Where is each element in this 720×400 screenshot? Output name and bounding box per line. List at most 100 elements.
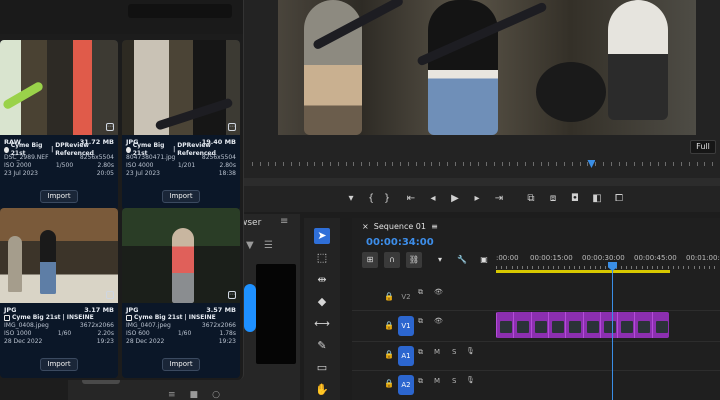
timeline-playhead-line[interactable] — [612, 264, 613, 400]
clip-thumbnail — [500, 321, 512, 333]
grid-icon[interactable]: ■ — [190, 390, 213, 400]
header-field[interactable] — [128, 4, 232, 18]
clip-segment[interactable] — [651, 312, 669, 338]
media-thumbnail[interactable]: ⋯ — [0, 40, 118, 135]
mute-toggle[interactable]: M — [434, 348, 440, 356]
insert-icon[interactable]: ⧉ — [524, 192, 538, 206]
ruler-tick — [712, 162, 714, 166]
eye-icon[interactable]: 👁 — [434, 317, 443, 325]
lock-icon[interactable]: 🔒 — [384, 350, 394, 359]
import-button[interactable]: Import — [40, 358, 78, 371]
ruler-tick — [662, 266, 664, 269]
eye-icon[interactable]: 👁 — [434, 288, 443, 296]
step-back-icon[interactable]: ◂ — [426, 192, 440, 206]
zoom-icon[interactable]: ○ — [212, 390, 234, 400]
multi-camera-icon[interactable]: ⧠ — [612, 192, 626, 206]
captions-icon[interactable]: ▣ — [476, 252, 492, 268]
clip-segment[interactable] — [496, 312, 513, 338]
hand-tool-icon[interactable]: ✋ — [314, 382, 330, 398]
media-card[interactable]: ⋯ JPG 3.57 MB Cyme Big 21st | INSEINE IMG_0… — [122, 208, 240, 378]
clip-segment[interactable] — [599, 312, 617, 338]
track-target-v2[interactable]: V2 — [398, 287, 414, 307]
go-to-out-icon[interactable]: ⇥ — [492, 192, 506, 206]
more-options-icon[interactable]: ⋯ — [228, 123, 236, 131]
playhead-timecode[interactable]: 00:00:34:00 — [366, 237, 434, 248]
track-target-v1[interactable]: V1 — [398, 316, 414, 336]
clip-segment[interactable] — [513, 312, 530, 338]
sequence-menu-icon[interactable]: ≡ — [431, 222, 438, 231]
microphone-icon[interactable]: 🎙 — [466, 376, 475, 384]
overwrite-icon[interactable]: ⧈ — [546, 192, 560, 206]
snap-icon[interactable]: ∩ — [384, 252, 400, 268]
media-thumbnail[interactable]: ⋯ — [122, 208, 240, 303]
track-select-tool-icon[interactable]: ⬚ — [314, 250, 330, 266]
video-clip[interactable] — [496, 312, 669, 338]
panel-menu-icon[interactable]: ≡ — [280, 216, 288, 227]
marker-icon[interactable]: ▾ — [344, 192, 358, 206]
media-thumbnail[interactable]: ⋯ — [122, 40, 240, 135]
import-button[interactable]: Import — [162, 358, 200, 371]
track-target-a2[interactable]: A2 — [398, 375, 414, 395]
selection-tool-icon[interactable]: ➤ — [314, 228, 330, 244]
solo-toggle[interactable]: S — [452, 377, 456, 385]
add-marker-icon[interactable]: ▾ — [432, 252, 448, 268]
sync-lock-icon[interactable]: ⧉ — [418, 288, 423, 297]
import-button[interactable]: Import — [40, 190, 78, 203]
monitor-time-ruler[interactable] — [244, 148, 720, 172]
clip-segment[interactable] — [565, 312, 582, 338]
zoom-dropdown[interactable]: Full — [690, 140, 716, 154]
import-button[interactable]: Import — [162, 190, 200, 203]
clip-segment[interactable] — [547, 312, 565, 338]
export-frame-icon[interactable]: ◘ — [568, 192, 582, 206]
work-area-bar[interactable] — [496, 270, 670, 273]
list-icon[interactable]: ≡ — [168, 390, 190, 400]
clip-segment[interactable] — [617, 312, 634, 338]
mark-in-icon[interactable]: { — [364, 192, 378, 206]
play-icon[interactable]: ▶ — [448, 192, 462, 206]
more-options-icon[interactable]: ⋯ — [106, 291, 114, 299]
media-thumbnail[interactable]: ⋯ — [0, 208, 118, 303]
microphone-icon[interactable]: 🎙 — [466, 347, 475, 355]
monitor-scrollbar[interactable] — [244, 178, 720, 186]
go-to-in-icon[interactable]: ⇤ — [404, 192, 418, 206]
musician-figure — [172, 228, 194, 303]
media-card[interactable]: ⋯ JPG 3.17 MB Cyme Big 21st | INSEINE IMG_0… — [0, 208, 118, 378]
ripple-edit-tool-icon[interactable]: ⇹ — [314, 272, 330, 288]
sync-lock-icon[interactable]: ⧉ — [418, 317, 423, 326]
wrench-icon[interactable]: 🔧 — [454, 252, 470, 268]
clip-segment[interactable] — [582, 312, 600, 338]
slip-tool-icon[interactable]: ⟷ — [314, 316, 330, 332]
comparison-view-icon[interactable]: ◧ — [590, 192, 604, 206]
ruler-tick — [392, 162, 394, 166]
source-reference[interactable]: INSEINE — [189, 314, 216, 322]
step-forward-icon[interactable]: ▸ — [470, 192, 484, 206]
clip-segment[interactable] — [634, 312, 651, 338]
lock-icon[interactable]: 🔒 — [384, 321, 394, 330]
sync-lock-icon[interactable]: ⧉ — [418, 377, 423, 386]
lock-icon[interactable]: 🔒 — [384, 292, 394, 301]
list-view-icon[interactable]: ☰ — [264, 240, 273, 251]
media-card[interactable]: ⋯ RAW 31.72 MB Cyme Big 21st | DPReview Ref… — [0, 40, 118, 210]
sync-lock-icon[interactable]: ⧉ — [418, 348, 423, 357]
ruler-tick — [603, 162, 604, 166]
linked-selection-icon[interactable]: ⛓ — [406, 252, 422, 268]
mark-out-icon[interactable]: } — [380, 192, 394, 206]
clip-segment[interactable] — [530, 312, 548, 338]
more-options-icon[interactable]: ⋯ — [106, 123, 114, 131]
mute-toggle[interactable]: M — [434, 377, 440, 385]
program-video-frame[interactable] — [278, 0, 696, 135]
shutter-value: 1/201 — [177, 162, 196, 169]
source-reference[interactable]: INSEINE — [67, 314, 94, 322]
solo-toggle[interactable]: S — [452, 348, 456, 356]
media-card[interactable]: ⋯ JPG 19.40 MB Cyme Big 21st | DPReview Ref… — [122, 40, 240, 210]
lock-icon[interactable]: 🔒 — [384, 379, 394, 388]
close-icon[interactable]: × — [362, 222, 369, 231]
tab-sequence[interactable]: × Sequence 01 ≡ — [362, 222, 438, 231]
track-target-a1[interactable]: A1 — [398, 346, 414, 366]
rectangle-tool-icon[interactable]: ▭ — [314, 360, 330, 376]
pen-tool-icon[interactable]: ✎ — [314, 338, 330, 354]
razor-tool-icon[interactable]: ◆ — [314, 294, 330, 310]
nest-icon[interactable]: ⊞ — [362, 252, 378, 268]
more-options-icon[interactable]: ⋯ — [228, 291, 236, 299]
filter-icon[interactable]: ▼ — [246, 240, 254, 251]
